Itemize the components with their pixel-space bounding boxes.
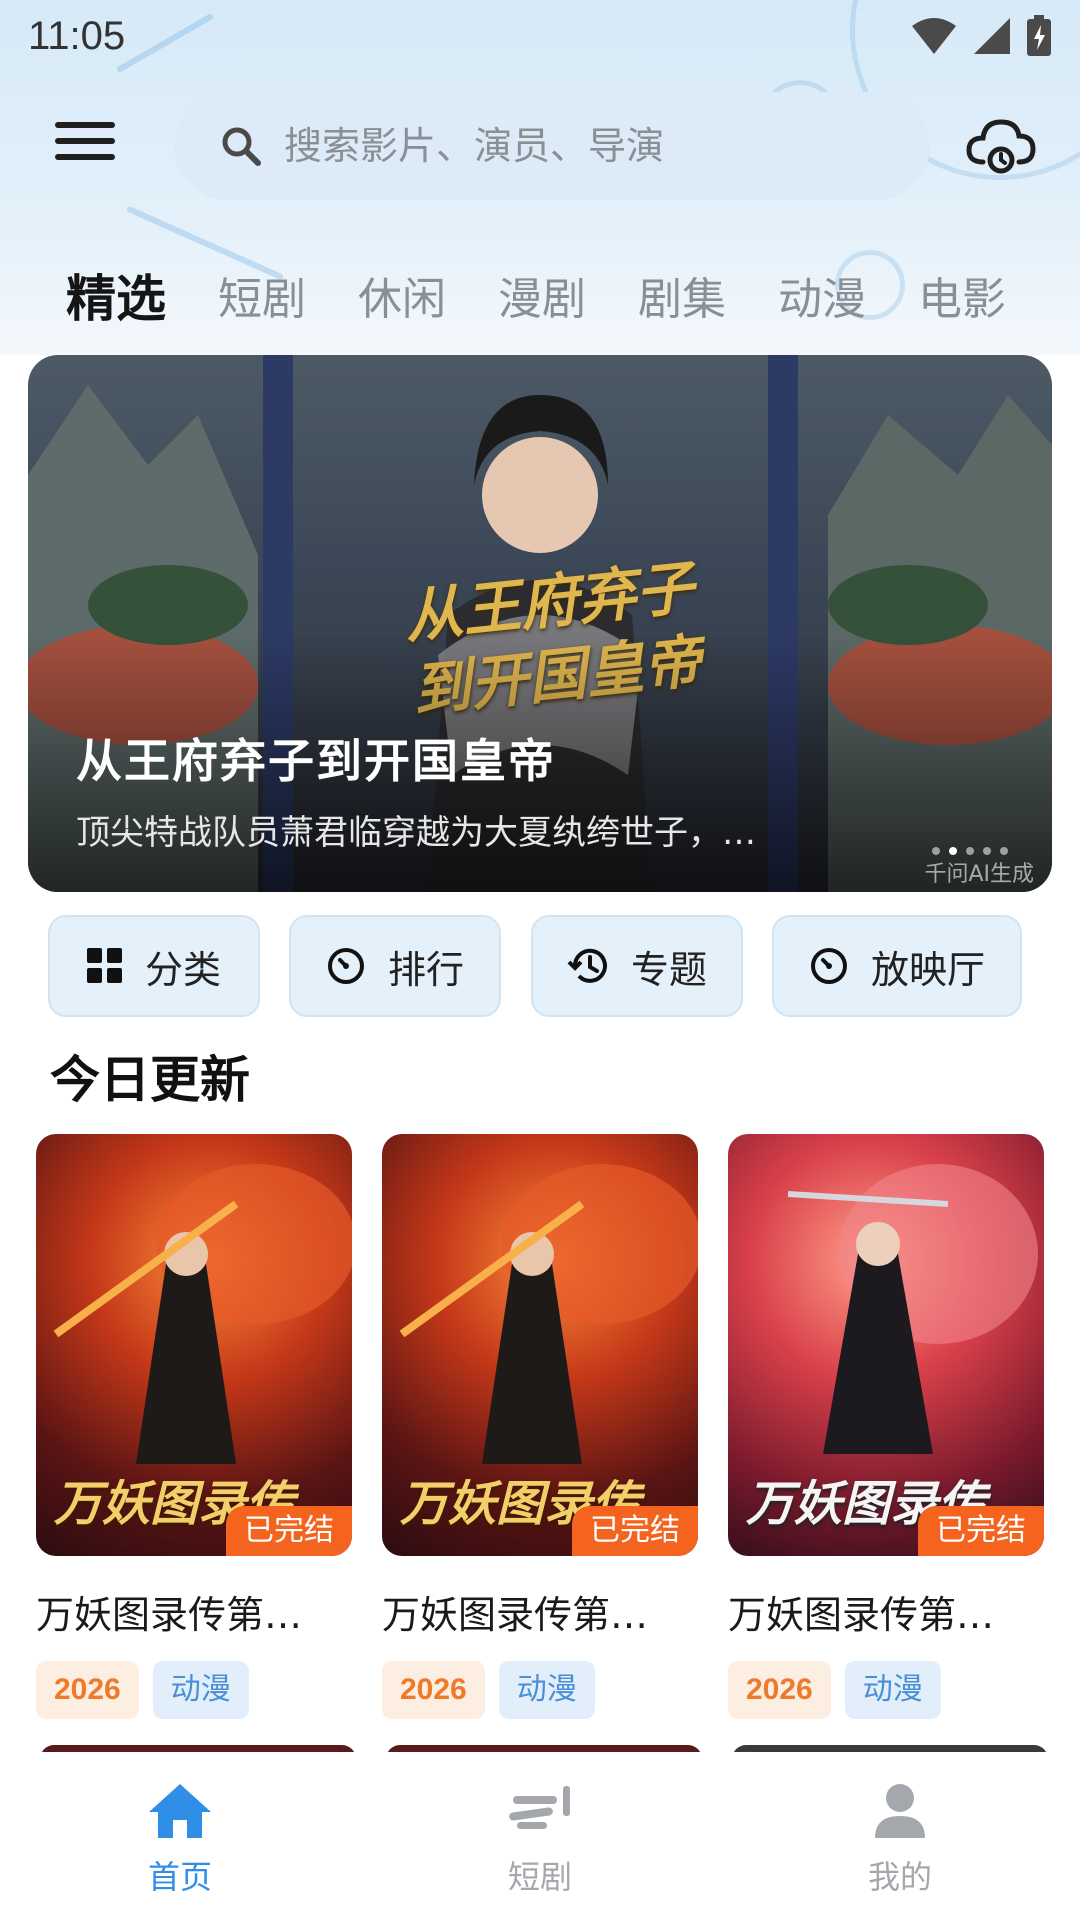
nav-shorts[interactable]: 短剧 xyxy=(360,1752,720,1920)
battery-icon xyxy=(1027,15,1051,56)
menu-icon-bar xyxy=(55,138,115,144)
video-card[interactable]: 万妖图录传 已完结 万妖图录传第… 2026 动漫 xyxy=(728,1134,1044,1719)
ranking-button[interactable]: 排行 xyxy=(289,915,501,1017)
nav-profile-label: 我的 xyxy=(867,1858,932,1896)
tab-movie[interactable]: 电影 xyxy=(918,263,1006,327)
nav-home[interactable]: 首页 xyxy=(0,1752,360,1920)
topics-label: 专题 xyxy=(630,947,707,992)
card-tags: 2026 动漫 xyxy=(382,1661,698,1719)
status-icons xyxy=(910,15,1052,57)
pagination-dot[interactable] xyxy=(983,847,991,855)
profile-icon xyxy=(875,1784,925,1838)
banner-description: 顶尖特战队员萧君临穿越为大夏纨绔世子，… xyxy=(76,813,756,853)
ranking-label: 排行 xyxy=(387,947,464,992)
banner-pagination xyxy=(932,847,1008,855)
bottom-navigation: 首页 短剧 我的 xyxy=(0,1752,1080,1920)
tab-series[interactable]: 剧集 xyxy=(638,263,726,327)
pagination-dot[interactable] xyxy=(932,847,940,855)
cloud-button[interactable] xyxy=(965,116,1037,176)
hero-banner[interactable]: 从王府弃子 到开国皇帝 从王府弃子到开国皇帝 顶尖特战队员萧君临穿越为大夏纨绔世… xyxy=(28,355,1052,892)
tab-anime[interactable]: 动漫 xyxy=(778,263,866,327)
status-time: 11:05 xyxy=(28,13,126,58)
status-badge: 已完结 xyxy=(572,1506,698,1556)
card-poster[interactable]: 万妖图录传 已完结 xyxy=(36,1134,352,1556)
grid-icon xyxy=(86,948,122,983)
year-tag: 2026 xyxy=(382,1661,485,1719)
history-icon xyxy=(567,948,607,983)
banner-title: 从王府弃子到开国皇帝 xyxy=(76,734,556,788)
year-tag: 2026 xyxy=(728,1661,831,1719)
cinema-button[interactable]: 放映厅 xyxy=(772,915,1022,1017)
menu-button[interactable] xyxy=(55,122,115,172)
genre-tag: 动漫 xyxy=(844,1661,941,1719)
search-icon xyxy=(222,127,261,166)
shorts-icon xyxy=(509,1786,570,1829)
card-tags: 2026 动漫 xyxy=(36,1661,352,1719)
tab-featured[interactable]: 精选 xyxy=(66,259,166,331)
genre-tag: 动漫 xyxy=(498,1661,595,1719)
wifi-icon xyxy=(912,18,956,54)
topics-button[interactable]: 专题 xyxy=(531,915,743,1017)
menu-icon xyxy=(55,122,115,128)
clock-icon xyxy=(810,948,847,984)
card-poster[interactable]: 万妖图录传 已完结 xyxy=(382,1134,698,1556)
tab-comic-drama[interactable]: 漫剧 xyxy=(498,263,586,327)
search-row xyxy=(0,92,1080,202)
genre-tag: 动漫 xyxy=(152,1661,249,1719)
search-input[interactable] xyxy=(284,124,844,168)
tab-short-drama[interactable]: 短剧 xyxy=(218,263,306,327)
card-title: 万妖图录传第… xyxy=(728,1593,995,1637)
pagination-dot[interactable] xyxy=(1000,847,1008,855)
card-tags: 2026 动漫 xyxy=(728,1661,1044,1719)
nav-home-label: 首页 xyxy=(147,1858,212,1896)
nav-profile[interactable]: 我的 xyxy=(720,1752,1080,1920)
search-box[interactable] xyxy=(174,92,930,200)
ai-generated-mark: 千问AI生成 xyxy=(924,862,1034,887)
category-tabs: 精选 短剧 休闲 漫剧 剧集 动漫 电影 xyxy=(0,255,1080,335)
video-card[interactable]: 万妖图录传 已完结 万妖图录传第… 2026 动漫 xyxy=(382,1134,698,1719)
menu-icon-bar xyxy=(55,154,115,160)
year-tag: 2026 xyxy=(36,1661,139,1719)
pagination-dot[interactable] xyxy=(966,847,974,855)
quick-links: 分类 排行 专题 放映厅 xyxy=(48,915,1048,1017)
cinema-label: 放映厅 xyxy=(870,947,985,992)
signal-icon xyxy=(974,18,1010,54)
status-bar: 11:05 xyxy=(0,0,1080,72)
category-button[interactable]: 分类 xyxy=(48,915,260,1017)
clock-icon xyxy=(327,948,364,984)
tab-leisure[interactable]: 休闲 xyxy=(358,263,446,327)
home-icon xyxy=(149,1784,211,1838)
section-title: 今日更新 xyxy=(50,1051,250,1109)
card-title: 万妖图录传第… xyxy=(36,1593,303,1637)
cloud-icon xyxy=(966,119,1036,174)
pagination-dot-active[interactable] xyxy=(949,847,957,855)
card-title: 万妖图录传第… xyxy=(382,1593,649,1637)
status-badge: 已完结 xyxy=(226,1506,352,1556)
card-poster[interactable]: 万妖图录传 已完结 xyxy=(728,1134,1044,1556)
category-label: 分类 xyxy=(144,947,221,992)
status-badge: 已完结 xyxy=(918,1506,1044,1556)
nav-shorts-label: 短剧 xyxy=(507,1858,572,1896)
video-card[interactable]: 万妖图录传 已完结 万妖图录传第… 2026 动漫 xyxy=(36,1134,352,1719)
